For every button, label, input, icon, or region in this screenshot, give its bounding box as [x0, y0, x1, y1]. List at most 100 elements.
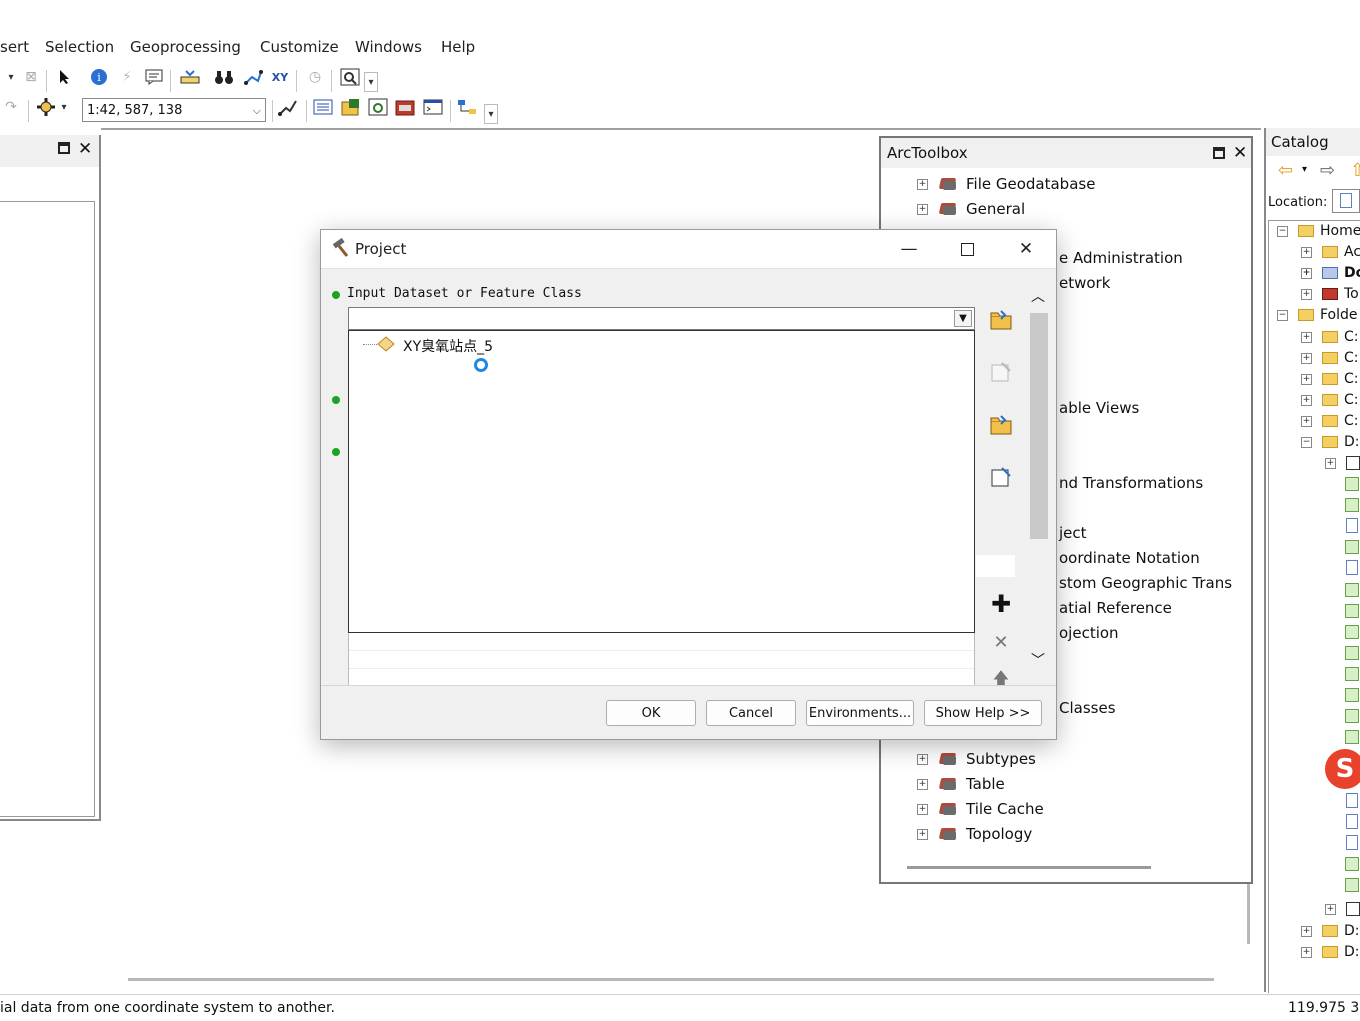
- toolbox-subtypes[interactable]: + Subtypes: [917, 748, 1036, 770]
- search-window-icon[interactable]: [367, 96, 389, 118]
- catalog-window-icon[interactable]: [340, 96, 362, 118]
- collapse-icon[interactable]: −: [1277, 225, 1288, 237]
- catalog-item[interactable]: + C:: [1301, 327, 1359, 347]
- close-icon[interactable]: ✕: [78, 139, 92, 159]
- toolbox-label-partial[interactable]: ojection: [1059, 624, 1119, 642]
- select-pointer-icon[interactable]: [54, 66, 76, 88]
- horizontal-scrollbar[interactable]: [907, 866, 1151, 869]
- toolbox-label-partial[interactable]: able Views: [1059, 399, 1139, 417]
- raster-icon[interactable]: [1345, 878, 1359, 892]
- toolbar-options-icon[interactable]: ▾: [364, 72, 378, 92]
- close-icon[interactable]: ✕: [1012, 236, 1040, 262]
- expand-icon[interactable]: +: [1301, 288, 1312, 300]
- document-icon[interactable]: [1346, 793, 1358, 808]
- menu-insert[interactable]: sert: [0, 38, 29, 56]
- minimize-icon[interactable]: —: [895, 236, 923, 262]
- dialog-scrollbar-thumb[interactable]: [1030, 313, 1048, 539]
- add-icon[interactable]: ✚: [987, 590, 1015, 618]
- browse-folder-icon[interactable]: [987, 306, 1015, 334]
- sogou-input-icon[interactable]: S: [1325, 749, 1360, 789]
- ok-button[interactable]: OK: [606, 700, 696, 726]
- map-scrollbar[interactable]: [1247, 884, 1250, 944]
- catalog-item[interactable]: +: [1325, 453, 1360, 473]
- expand-icon[interactable]: +: [1301, 415, 1312, 427]
- toolbox-label-partial[interactable]: oordinate Notation: [1059, 549, 1200, 567]
- catalog-item[interactable]: + C:: [1301, 369, 1359, 389]
- maximize-icon[interactable]: [953, 236, 981, 262]
- document-icon[interactable]: [1346, 835, 1358, 850]
- expand-icon[interactable]: +: [1325, 903, 1336, 915]
- editor-toolbar-icon[interactable]: [277, 96, 299, 118]
- forward-arrow-icon[interactable]: ⇨: [1320, 160, 1335, 181]
- scroll-down-icon[interactable]: ﹀: [1031, 650, 1045, 670]
- menu-windows[interactable]: Windows: [355, 38, 422, 56]
- hyperlink-icon[interactable]: ⚡: [116, 66, 138, 88]
- restore-icon[interactable]: [1213, 147, 1225, 159]
- dialog-titlebar[interactable]: Project — ✕: [321, 230, 1056, 269]
- toolbox-topology[interactable]: + Topology: [917, 823, 1032, 845]
- toolbox-table[interactable]: + Table: [917, 773, 1005, 795]
- map-horizontal-scrollbar[interactable]: [128, 978, 1214, 981]
- catalog-item[interactable]: + C:: [1301, 411, 1359, 431]
- catalog-item[interactable]: + C:: [1301, 348, 1359, 368]
- raster-icon[interactable]: [1345, 477, 1359, 491]
- document-icon[interactable]: [1346, 518, 1358, 533]
- expand-icon[interactable]: +: [1301, 331, 1312, 343]
- point-feature-icon[interactable]: [1345, 583, 1359, 597]
- expand-icon[interactable]: +: [1301, 246, 1312, 258]
- menu-help[interactable]: Help: [441, 38, 475, 56]
- menu-customize[interactable]: Customize: [260, 38, 339, 56]
- toolbox-label-partial[interactable]: e Administration: [1059, 249, 1183, 267]
- expand-icon[interactable]: +: [1301, 373, 1312, 385]
- point-feature-icon[interactable]: [1345, 688, 1359, 702]
- catalog-item[interactable]: + D:: [1301, 942, 1360, 962]
- expand-icon[interactable]: +: [1301, 267, 1312, 279]
- toolbox-label-partial[interactable]: ject: [1059, 524, 1087, 542]
- toolbox-label-partial[interactable]: stom Geographic Trans: [1059, 574, 1232, 592]
- catalog-item-folders[interactable]: − Folde: [1277, 305, 1358, 325]
- redo-icon[interactable]: ↷: [0, 96, 22, 118]
- expand-icon[interactable]: +: [917, 203, 928, 215]
- identify-icon[interactable]: i: [88, 66, 110, 88]
- input-dataset-combo[interactable]: ▼: [348, 307, 975, 330]
- toolbox-tile-cache[interactable]: + Tile Cache: [917, 798, 1044, 820]
- dropdown-item[interactable]: XY臭氧站点_5: [403, 336, 493, 356]
- catalog-item[interactable]: + Ac: [1301, 242, 1360, 262]
- table-of-contents-icon[interactable]: [312, 96, 334, 118]
- expand-icon[interactable]: +: [1325, 457, 1336, 469]
- restore-icon[interactable]: [58, 142, 70, 154]
- time-slider-icon[interactable]: ◷: [304, 66, 326, 88]
- catalog-item-toolboxes[interactable]: + To: [1301, 284, 1359, 304]
- point-feature-icon[interactable]: [1345, 709, 1359, 723]
- point-feature-icon[interactable]: [1345, 604, 1359, 618]
- toolbox-label-partial[interactable]: Classes: [1059, 699, 1116, 717]
- move-up-icon[interactable]: 🡅: [987, 666, 1015, 694]
- cancel-button[interactable]: Cancel: [706, 700, 796, 726]
- chevron-down-icon[interactable]: ▾: [1302, 164, 1307, 175]
- point-feature-icon[interactable]: [1345, 646, 1359, 660]
- properties-icon[interactable]: [987, 358, 1015, 386]
- up-arrow-icon[interactable]: ⇧: [1350, 160, 1360, 181]
- expand-icon[interactable]: +: [917, 828, 928, 840]
- expand-icon[interactable]: +: [1301, 925, 1312, 937]
- toolbox-label-partial[interactable]: etwork: [1059, 274, 1110, 292]
- document-icon[interactable]: [1346, 560, 1358, 575]
- environments-button[interactable]: Environments...: [806, 700, 914, 726]
- find-binoculars-icon[interactable]: [213, 66, 235, 88]
- find-route-icon[interactable]: [242, 66, 264, 88]
- add-data-dropdown-icon[interactable]: ▾: [58, 96, 70, 118]
- clear-selection-icon[interactable]: ⊠: [20, 66, 42, 88]
- dropdown-arrow-icon[interactable]: ▾: [0, 66, 22, 88]
- html-popup-icon[interactable]: [143, 66, 165, 88]
- catalog-item-default-gdb[interactable]: + Do: [1301, 263, 1360, 283]
- map-scale-combo[interactable]: 1:42, 587, 138 ⌵: [82, 98, 266, 122]
- python-window-icon[interactable]: [422, 96, 444, 118]
- point-feature-icon[interactable]: [1345, 667, 1359, 681]
- chevron-down-icon[interactable]: ⌵: [253, 99, 261, 123]
- expand-icon[interactable]: +: [917, 178, 928, 190]
- modelbuilder-icon[interactable]: [456, 96, 478, 118]
- go-to-xy-icon[interactable]: XY: [269, 66, 291, 88]
- catalog-item[interactable]: − D:: [1301, 432, 1360, 452]
- properties-icon[interactable]: [987, 463, 1015, 491]
- document-icon[interactable]: [1346, 814, 1358, 829]
